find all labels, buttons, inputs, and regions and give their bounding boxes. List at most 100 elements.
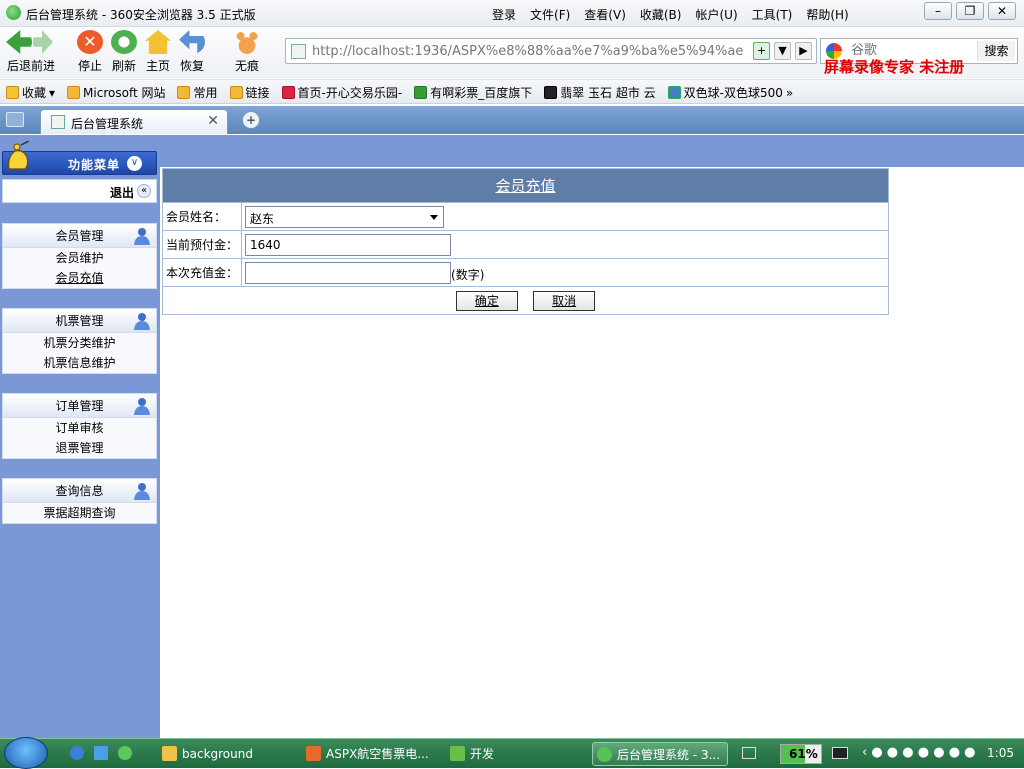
refresh-button[interactable]: 刷新 — [107, 30, 141, 74]
fav-lottery[interactable]: 有啊彩票_百度旗下 — [414, 84, 532, 101]
menu-item-overdue-query[interactable]: 票据超期查询 — [3, 503, 156, 523]
360-icon[interactable] — [118, 746, 132, 760]
battery-label: 61% — [789, 747, 818, 761]
group-header[interactable]: 会员管理 — [3, 224, 156, 248]
group-header[interactable]: 机票管理 — [3, 309, 156, 333]
cancel-button[interactable]: 取消 — [533, 290, 596, 311]
close-window-button[interactable]: ✕ — [988, 2, 1016, 20]
menu-item-order-review[interactable]: 订单审核 — [3, 418, 156, 438]
incognito-label: 无痕 — [234, 59, 259, 73]
collapse-menu-icon[interactable]: ∨ — [127, 156, 142, 171]
member-name-value: 赵东 — [250, 211, 275, 226]
address-dropdown-button[interactable]: ▼ — [774, 42, 791, 60]
page-icon — [51, 115, 65, 129]
menu-bar: 登录 文件(F) 查看(V) 收藏(B) 帐户(U) 工具(T) 帮助(H) — [492, 6, 849, 23]
taskbar-item-aspx[interactable]: ASPX航空售票电... — [302, 742, 438, 766]
home-button[interactable]: 主页 — [141, 30, 175, 74]
menu-group-order: 订单管理 订单审核 退票管理 — [2, 393, 157, 459]
logout-button[interactable]: 退出 « — [2, 179, 157, 203]
fav-kaixin[interactable]: 首页-开心交易乐园- — [281, 84, 402, 101]
battery-indicator: 61% — [780, 744, 822, 764]
close-tab-icon[interactable]: ✕ — [207, 113, 219, 129]
menu-item-member-recharge[interactable]: 会员充值 — [3, 268, 156, 288]
menu-tools[interactable]: 工具(T) — [752, 6, 793, 23]
user-icon — [134, 228, 150, 245]
recharge-amount-input[interactable] — [245, 261, 452, 284]
go-button[interactable]: ▶ — [795, 42, 812, 60]
tray-icons[interactable]: ‹ ● ● ● ● ● ● ● — [862, 745, 976, 760]
group-header[interactable]: 查询信息 — [3, 479, 156, 503]
start-button[interactable] — [4, 737, 48, 769]
minimize-button[interactable]: – — [924, 2, 952, 20]
menu-item-refund[interactable]: 退票管理 — [3, 438, 156, 458]
menu-file[interactable]: 文件(F) — [530, 6, 570, 23]
menu-view[interactable]: 查看(V) — [584, 6, 626, 23]
fav-links[interactable]: 链接 — [229, 84, 270, 101]
browser-logo-icon — [6, 5, 21, 20]
user-icon — [134, 483, 150, 500]
address-input[interactable] — [312, 43, 752, 59]
balance-input[interactable] — [245, 233, 452, 256]
keyboard-icon[interactable] — [742, 747, 756, 759]
taskbar-item-admin[interactable]: 后台管理系统 - 3... — [592, 742, 728, 766]
menu-item-ticket-info[interactable]: 机票信息维护 — [3, 353, 156, 373]
home-label: 主页 — [145, 59, 170, 73]
refresh-label: 刷新 — [111, 59, 136, 73]
menu-login[interactable]: 登录 — [492, 6, 516, 23]
browser-icon — [597, 747, 612, 762]
site-icon — [544, 86, 558, 99]
home-icon — [145, 30, 171, 54]
menu-item-member-maintain[interactable]: 会员维护 — [3, 248, 156, 268]
fav-ssq[interactable]: 双色球-双色球500 » — [667, 84, 793, 101]
security-shield-icon[interactable]: + — [753, 42, 770, 60]
stop-button[interactable]: ✕ 停止 — [73, 30, 107, 74]
fav-jade[interactable]: 翡翠 玉石 超市 云 — [544, 84, 656, 101]
page-icon — [291, 44, 306, 59]
recharge-amount-label: 本次充值金： — [161, 258, 243, 287]
address-bar[interactable]: + ▼ ▶ — [285, 38, 817, 64]
confirm-button[interactable]: 确定 — [455, 290, 518, 311]
menu-favorites[interactable]: 收藏(B) — [640, 6, 682, 23]
stop-icon: ✕ — [77, 30, 103, 54]
fav-common[interactable]: 常用 — [177, 84, 218, 101]
bell-icon — [8, 141, 30, 170]
menu-item-ticket-category[interactable]: 机票分类维护 — [3, 333, 156, 353]
incognito-button[interactable]: 无痕 — [230, 30, 264, 74]
favorites-menu[interactable]: 收藏 ▾ — [6, 84, 55, 101]
forward-button[interactable]: 前进 — [26, 30, 60, 74]
power-icon[interactable] — [832, 747, 848, 759]
main-header-bar — [160, 135, 1024, 167]
restore-button[interactable]: 恢复 — [175, 30, 209, 74]
forward-arrow-icon — [33, 30, 53, 54]
shield-icon — [667, 86, 681, 99]
paw-icon — [234, 30, 260, 54]
recharge-hint: (数字) — [451, 267, 485, 282]
function-menu-title: 功能菜单 — [68, 158, 121, 172]
menu-account[interactable]: 帐户(U) — [695, 6, 737, 23]
fav-microsoft[interactable]: Microsoft 网站 — [67, 84, 165, 101]
window-title: 后台管理系统 - 360安全浏览器 3.5 正式版 — [26, 8, 256, 22]
sidebar-toggle-icon[interactable] — [6, 112, 24, 127]
maximize-button[interactable]: ❐ — [956, 2, 984, 20]
member-name-select[interactable]: 赵东 — [245, 205, 445, 228]
taskbar-item-dev[interactable]: 开发 — [446, 742, 576, 766]
search-button[interactable]: 搜索 — [977, 41, 1015, 61]
undo-icon — [179, 30, 205, 54]
form-title: 会员充值 — [162, 168, 889, 203]
logout-label: 退出 — [109, 186, 134, 200]
stop-label: 停止 — [77, 59, 102, 73]
ie-icon[interactable] — [70, 746, 84, 760]
menu-group-query: 查询信息 票据超期查询 — [2, 478, 157, 524]
show-desktop-icon[interactable] — [94, 746, 108, 760]
menu-group-member: 会员管理 会员维护 会员充值 — [2, 223, 157, 289]
user-icon — [134, 398, 150, 415]
site-icon — [414, 86, 428, 99]
double-left-arrow-icon: « — [137, 184, 151, 198]
group-header[interactable]: 订单管理 — [3, 394, 156, 418]
admin-sidebar: 功能菜单 ∨ 退出 « 会员管理 会员维护 会员充值 机票管理 机票分类维护 机… — [0, 135, 160, 738]
taskbar-item-background[interactable]: background — [158, 742, 288, 766]
menu-help[interactable]: 帮助(H) — [806, 6, 848, 23]
new-tab-button[interactable]: + — [242, 111, 260, 129]
tab-admin[interactable]: 后台管理系统 ✕ — [40, 109, 228, 134]
tree-icon — [450, 746, 465, 761]
